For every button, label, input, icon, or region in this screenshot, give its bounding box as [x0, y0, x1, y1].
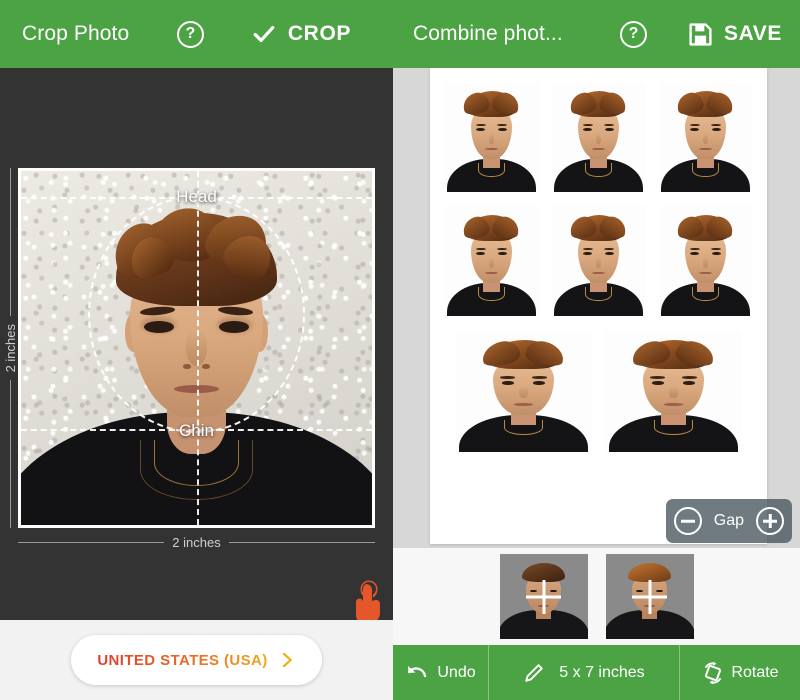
width-measurement-label: 2 inches: [172, 534, 221, 550]
rotate-icon: [705, 661, 722, 684]
height-measurement: 2 inches: [2, 168, 18, 529]
photo-size-label: 5 x 7 inches: [559, 663, 645, 681]
photo-size-button[interactable]: 5 x 7 inches: [489, 645, 679, 700]
thumbnail-2[interactable]: [605, 554, 694, 639]
photo-row: [442, 82, 755, 192]
photo-row: [442, 330, 755, 452]
thumbnail-1[interactable]: [499, 554, 588, 639]
thumbnail-strip: [393, 548, 800, 645]
country-selector-button[interactable]: UNITED STATES (USA): [71, 635, 322, 685]
crop-stage[interactable]: 2 inches Head Chin 2 inches: [0, 68, 393, 624]
plus-circle-icon[interactable]: [756, 507, 784, 535]
country-selector-bar: UNITED STATES (USA): [0, 620, 393, 700]
rotate-button-label: Rotate: [731, 663, 779, 681]
photo-row: [442, 206, 755, 316]
help-icon[interactable]: ?: [176, 20, 204, 48]
minus-circle-icon[interactable]: [673, 507, 702, 535]
passport-photo[interactable]: [658, 206, 753, 316]
rotate-button[interactable]: Rotate: [680, 645, 800, 700]
save-button[interactable]: SAVE: [687, 21, 782, 48]
height-measurement-label: 2 inches: [2, 323, 18, 373]
chin-label: Chin: [179, 421, 214, 440]
combine-photos-screen: Combine phot... ? SAVE Gap Undo 5 x 7 in…: [393, 0, 800, 700]
passport-photo[interactable]: [444, 206, 539, 316]
help-icon-label: ?: [185, 25, 196, 42]
photo-sheet[interactable]: [430, 68, 767, 544]
crop-button-label: CROP: [287, 22, 351, 45]
help-icon-label: ?: [628, 25, 639, 42]
crop-appbar: Crop Photo ? CROP: [0, 0, 393, 68]
app-root: Crop Photo ? CROP 2 inches Head Chin 2 i…: [0, 0, 800, 700]
floppy-disk-icon: [689, 22, 712, 46]
width-measurement: 2 inches: [18, 534, 376, 550]
source-photo: Head Chin: [21, 171, 372, 525]
bottom-toolbar: Undo 5 x 7 inches Rotate: [393, 645, 800, 700]
crop-frame[interactable]: Head Chin: [18, 168, 375, 528]
help-icon[interactable]: ?: [619, 20, 647, 48]
face-oval-guide: [87, 195, 306, 433]
save-button-label: SAVE: [723, 22, 782, 45]
gap-control: Gap: [665, 499, 792, 543]
page-title: Crop Photo: [22, 22, 130, 45]
combine-page-title: Combine phot...: [413, 22, 563, 45]
gap-label: Gap: [713, 512, 744, 529]
combine-appbar: Combine phot... ? SAVE: [393, 0, 800, 68]
passport-photo[interactable]: [455, 330, 592, 452]
undo-arrow-icon: [408, 665, 427, 677]
undo-button[interactable]: Undo: [393, 645, 488, 700]
undo-button-label: Undo: [437, 663, 476, 681]
passport-photo[interactable]: [658, 82, 753, 192]
passport-photo[interactable]: [605, 330, 742, 452]
country-label: UNITED STATES (USA): [97, 651, 268, 669]
head-label: Head: [176, 187, 217, 206]
passport-photo[interactable]: [551, 82, 646, 192]
passport-photo[interactable]: [551, 206, 646, 316]
photo-grid: [442, 82, 755, 452]
crosshair-icon: [500, 554, 588, 639]
check-icon: [253, 25, 275, 43]
crop-button[interactable]: CROP: [250, 20, 351, 48]
pencil-icon: [525, 663, 544, 682]
chevron-right-icon: [282, 652, 292, 668]
crosshair-icon: [606, 554, 694, 639]
crop-photo-screen: Crop Photo ? CROP 2 inches Head Chin 2 i…: [0, 0, 393, 700]
passport-photo[interactable]: [444, 82, 539, 192]
